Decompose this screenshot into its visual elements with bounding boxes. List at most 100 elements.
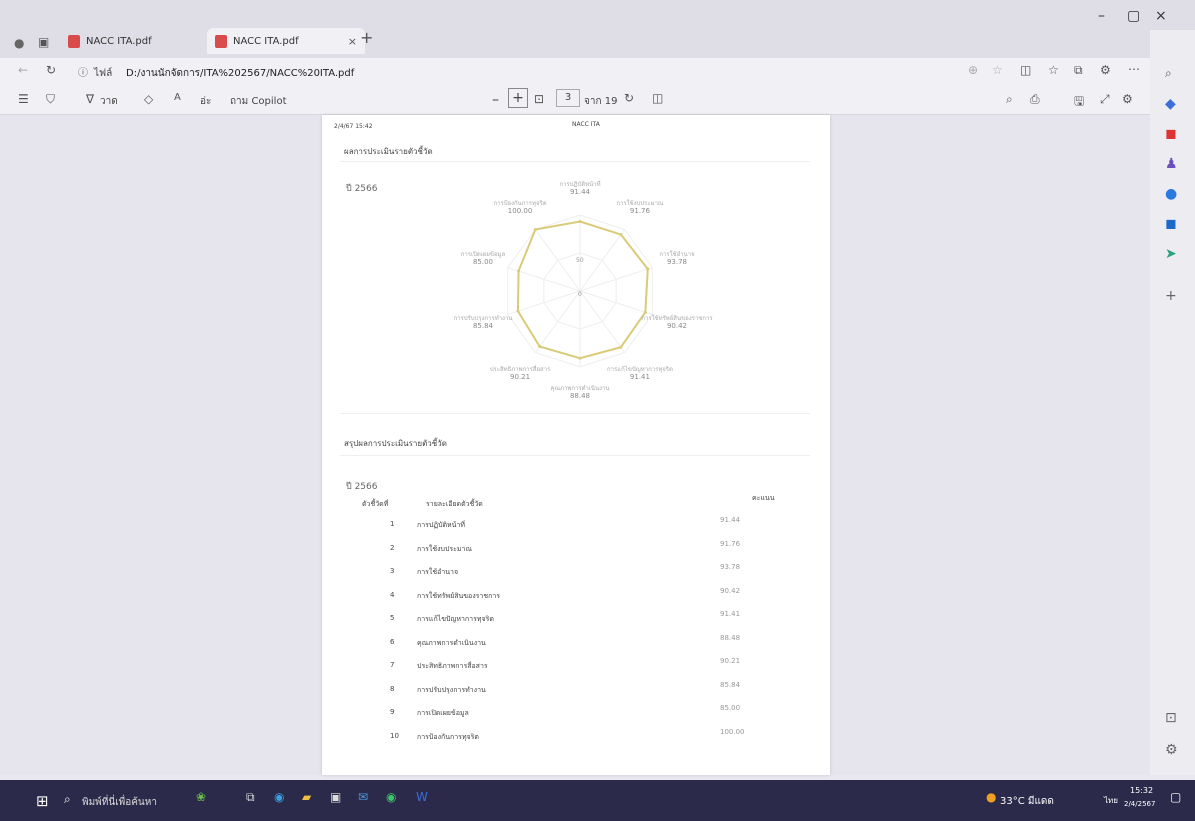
draw-icon[interactable]: ∇ (86, 92, 94, 106)
erase-icon[interactable]: ◇ (144, 92, 153, 106)
shopping-icon[interactable]: ◼ (1165, 126, 1177, 142)
back-icon[interactable]: ← (18, 63, 28, 77)
radar-point (619, 233, 623, 237)
save-icon[interactable]: 🖫 (1074, 92, 1084, 113)
radar-value-label: 85.84 (472, 321, 493, 330)
radar-value-label: 85.00 (472, 258, 493, 267)
radar-value-label: 100.00 (507, 207, 533, 216)
radar-point (538, 344, 542, 348)
store-icon[interactable]: ▣ (330, 790, 341, 804)
edge-icon[interactable]: ◉ (274, 790, 284, 804)
add-icon[interactable]: + (1165, 288, 1177, 304)
favorites-icon[interactable]: ☆ (1048, 63, 1059, 77)
table-row-score: 88.48 (720, 633, 741, 642)
radar-value-label: 93.78 (666, 258, 688, 267)
collections-icon[interactable]: ⧉ (1074, 63, 1083, 78)
fit-page-icon[interactable]: ⊡ (534, 92, 544, 106)
divider (340, 161, 810, 162)
address-url[interactable]: D:/งานนักจัดการ/ITA%202567/NACC%20ITA.pd… (126, 66, 354, 81)
maximize-icon[interactable]: ▢ (1127, 8, 1140, 24)
mail-icon[interactable]: ✉ (358, 790, 368, 804)
table-row-number: 10 (390, 731, 399, 740)
tab-actions-icon[interactable]: ▣ (38, 35, 49, 49)
table-row-score: 85.84 (720, 680, 741, 689)
taskbar-search-input[interactable]: พิมพ์ที่นี่เพื่อค้นหา (82, 795, 157, 810)
weather-icon: ● (986, 790, 997, 804)
outlook-icon[interactable]: ◼ (1165, 216, 1177, 232)
language-indicator[interactable]: ไทย (1104, 794, 1118, 807)
send-icon[interactable]: ➤ (1165, 246, 1177, 262)
table-row-number: 1 (390, 520, 395, 528)
radar-value-label: 91.41 (629, 372, 650, 381)
page-header-title: NACC ITA (572, 121, 600, 128)
radar-spoke (534, 229, 581, 292)
search-icon[interactable]: ⌕ (64, 792, 71, 807)
settings-icon[interactable]: ⚙ (1122, 92, 1133, 106)
sidebar-layout-icon[interactable]: ⊡ (1165, 710, 1177, 726)
table-row-number: 3 (390, 567, 395, 575)
split-screen-icon[interactable]: ◫ (1020, 63, 1031, 77)
title-bar: ● ▣ NACC ITA.pdf × NACC ITA.pdf × + – ▢ … (0, 0, 1195, 58)
section1-title: ผลการประเมินรายตัวชี้วัด (344, 147, 433, 156)
table-row-number: 7 (390, 661, 395, 669)
page-number-input[interactable]: 3 (556, 89, 580, 107)
page-header-date: 2/4/67 15:42 (334, 123, 373, 130)
notifications-icon[interactable]: ▢ (1170, 790, 1181, 804)
table-row-score: 91.76 (720, 539, 741, 548)
zoom-out-button[interactable]: – (492, 92, 499, 108)
profile-icon[interactable]: ● (14, 36, 24, 50)
print-icon[interactable]: ⎙ (1030, 92, 1040, 107)
radar-spoke (579, 229, 626, 292)
zoom-in-button[interactable]: + (508, 88, 528, 108)
favorite-icon[interactable]: ☆ (992, 63, 1003, 77)
weather-text[interactable]: 33°C มีแดด (1000, 794, 1054, 809)
word-icon[interactable]: W (416, 790, 428, 804)
text-icon[interactable]: A (174, 92, 181, 103)
contents-icon[interactable]: ☰ (18, 92, 29, 106)
close-window-icon[interactable]: × (1155, 8, 1167, 24)
table-row-label: การใช้อำนาจ (417, 568, 459, 576)
refresh-icon[interactable]: ↻ (46, 63, 56, 77)
divider (340, 455, 810, 456)
clock-date[interactable]: 2/4/2567 (1124, 800, 1155, 808)
draw-label[interactable]: วาด (100, 94, 118, 109)
radar-value-label: 91.76 (629, 207, 650, 216)
windows-start-icon[interactable]: ⊞ (36, 792, 49, 810)
clock-time[interactable]: 15:32 (1130, 786, 1153, 795)
minimize-icon[interactable]: – (1098, 8, 1105, 24)
ask-copilot-button[interactable]: ถาม Copilot (230, 94, 286, 109)
radar-point (578, 356, 582, 360)
fullscreen-icon[interactable]: ⤢ (1100, 92, 1110, 107)
highlight-icon[interactable]: ⛉ (46, 92, 55, 107)
rotate-icon[interactable]: ↻ (624, 91, 634, 105)
search-icon[interactable]: ⌕ (1006, 92, 1013, 107)
table-row-label: การป้องกันการทุจริต (417, 732, 479, 741)
games-icon[interactable]: ● (1165, 186, 1177, 202)
edge-sidebar: ⌕ ◆ ◼ ♟ ● ◼ ➤ + ⊡ ⚙ (1150, 30, 1195, 775)
table-row-score: 100.00 (720, 727, 745, 736)
read-aloud-label[interactable]: อ่ะ (200, 94, 211, 109)
pdf-viewer[interactable]: 2/4/67 15:42 NACC ITA ผลการประเมินรายตัว… (0, 115, 1150, 775)
close-tab-icon[interactable]: × (348, 35, 357, 48)
info-icon[interactable]: ⓘ (78, 64, 88, 79)
task-view-icon[interactable]: ⧉ (246, 790, 255, 805)
new-tab-button[interactable]: + (360, 28, 373, 47)
tab-1[interactable]: NACC ITA.pdf × (62, 28, 223, 54)
search-icon[interactable]: ⌕ (1165, 66, 1172, 81)
page-total-label: จาก 19 (584, 96, 618, 107)
more-icon[interactable]: ⋯ (1128, 62, 1140, 76)
extensions-icon[interactable]: ⚙ (1100, 63, 1111, 77)
tools-icon[interactable]: ♟ (1165, 156, 1178, 172)
sidebar-settings-icon[interactable]: ⚙ (1165, 742, 1178, 758)
radar-value-label: 88.48 (569, 392, 591, 400)
line-icon[interactable]: ◉ (386, 790, 396, 804)
widget-icon[interactable]: ❀ (196, 790, 206, 804)
tag-icon[interactable]: ◆ (1165, 96, 1176, 112)
zoom-icon[interactable]: ⊕ (968, 63, 978, 77)
tab-2[interactable]: NACC ITA.pdf × (207, 28, 365, 54)
table-row-label: การปรับปรุงการทำงาน (417, 685, 486, 694)
page-view-icon[interactable]: ◫ (652, 91, 663, 105)
file-explorer-icon[interactable]: ▰ (302, 790, 311, 804)
address-security-label: ไฟล์ (94, 68, 113, 79)
table-row-score: 93.78 (720, 563, 741, 571)
